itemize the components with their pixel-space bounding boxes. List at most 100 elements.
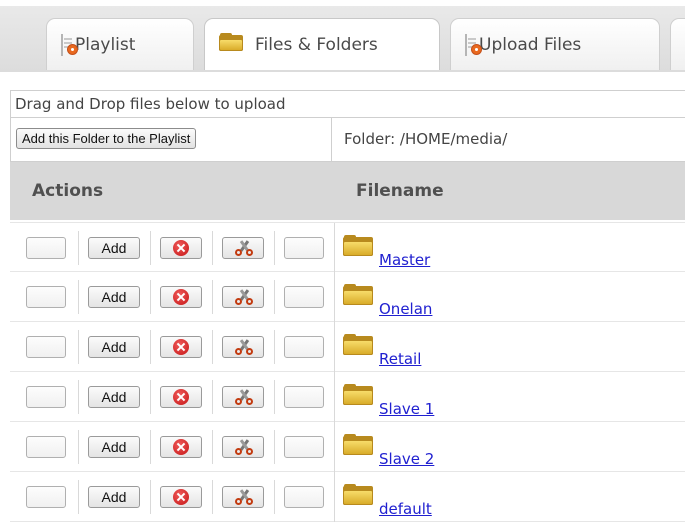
folder-link[interactable]: Slave 1 [379,400,434,418]
upload-page-icon [465,33,482,56]
add-folder-to-playlist-button[interactable]: Add this Folder to the Playlist [16,128,197,149]
cut-button[interactable] [222,436,264,458]
table-row: Add Onelan [10,272,685,322]
filename-column-header: Filename [356,181,444,201]
select-button[interactable] [26,336,66,358]
folder-link[interactable]: Retail [379,350,421,368]
move-button[interactable] [284,237,324,259]
tab-upload-files-label: Upload Files [479,34,582,55]
add-button[interactable]: Add [88,286,140,308]
table-row: Add default [10,472,685,522]
tab-files-folders[interactable]: Files & Folders [204,18,440,70]
select-button[interactable] [26,286,66,308]
select-button[interactable] [26,436,66,458]
cut-button[interactable] [222,336,264,358]
tab-playlist[interactable]: Playlist [46,18,194,70]
divider [212,430,213,464]
divider [78,330,79,364]
move-button[interactable] [284,486,324,508]
cut-button[interactable] [222,486,264,508]
divider [78,231,79,265]
tab-bar: Playlist Files & Folders Upload Files [0,0,685,72]
column-divider [334,223,335,273]
drop-hint: Drag and Drop files below to upload [10,90,685,118]
divider [150,280,151,314]
divider [78,280,79,314]
add-button[interactable]: Add [88,237,140,259]
delete-button[interactable] [160,237,202,259]
add-button[interactable]: Add [88,436,140,458]
divider [78,480,79,514]
cut-button[interactable] [222,286,264,308]
tab-overflow[interactable] [670,18,685,70]
cut-button[interactable] [222,237,264,259]
move-button[interactable] [284,286,324,308]
tab-playlist-label: Playlist [75,34,136,55]
folder-link[interactable]: Onelan [379,300,432,318]
column-divider [334,272,335,322]
file-list: Add Master Add Onelan Add Retail Add Sla… [10,222,685,522]
filename-cell: Master [343,231,430,269]
divider [150,480,151,514]
delete-button[interactable] [160,386,202,408]
folder-icon [219,33,243,56]
move-button[interactable] [284,386,324,408]
select-button[interactable] [26,486,66,508]
table-row: Add Master [10,222,685,273]
delete-icon [173,439,189,455]
delete-icon [173,289,189,305]
divider [274,430,275,464]
divider [212,231,213,265]
add-button[interactable]: Add [88,486,140,508]
filename-cell: default [343,480,432,518]
actions-column-header: Actions [32,181,104,201]
folder-icon [343,334,373,355]
select-button[interactable] [26,237,66,259]
delete-icon [173,240,189,256]
filename-cell: Retail [343,330,421,368]
scissors-icon [235,240,253,256]
delete-button[interactable] [160,486,202,508]
divider [212,330,213,364]
delete-icon [173,489,189,505]
divider [150,231,151,265]
add-button[interactable]: Add [88,386,140,408]
divider [212,280,213,314]
folder-icon [343,284,373,305]
divider [78,380,79,414]
scissors-icon [235,489,253,505]
add-button[interactable]: Add [88,336,140,358]
delete-button[interactable] [160,336,202,358]
delete-button[interactable] [160,436,202,458]
cut-button[interactable] [222,386,264,408]
filename-cell: Onelan [343,280,432,318]
folder-link[interactable]: default [379,500,432,518]
delete-icon [173,339,189,355]
divider [274,330,275,364]
move-button[interactable] [284,436,324,458]
tab-files-folders-label: Files & Folders [255,34,378,55]
column-divider [334,472,335,522]
folder-link[interactable]: Master [379,251,430,269]
divider [150,430,151,464]
divider [274,380,275,414]
folder-path: Folder: /HOME/media/ [331,118,507,161]
column-divider [334,422,335,472]
divider [150,380,151,414]
divider [274,231,275,265]
folder-icon [343,235,373,256]
delete-button[interactable] [160,286,202,308]
folder-icon [343,384,373,405]
folder-link[interactable]: Slave 2 [379,450,434,468]
column-divider [334,322,335,372]
filename-cell: Slave 1 [343,380,434,418]
select-button[interactable] [26,386,66,408]
filename-cell: Slave 2 [343,430,434,468]
scissors-icon [235,289,253,305]
move-button[interactable] [284,336,324,358]
table-row: Add Slave 1 [10,372,685,422]
tab-upload-files[interactable]: Upload Files [450,18,660,70]
table-header: Actions Filename [10,162,685,220]
divider [274,280,275,314]
folder-icon [343,484,373,505]
